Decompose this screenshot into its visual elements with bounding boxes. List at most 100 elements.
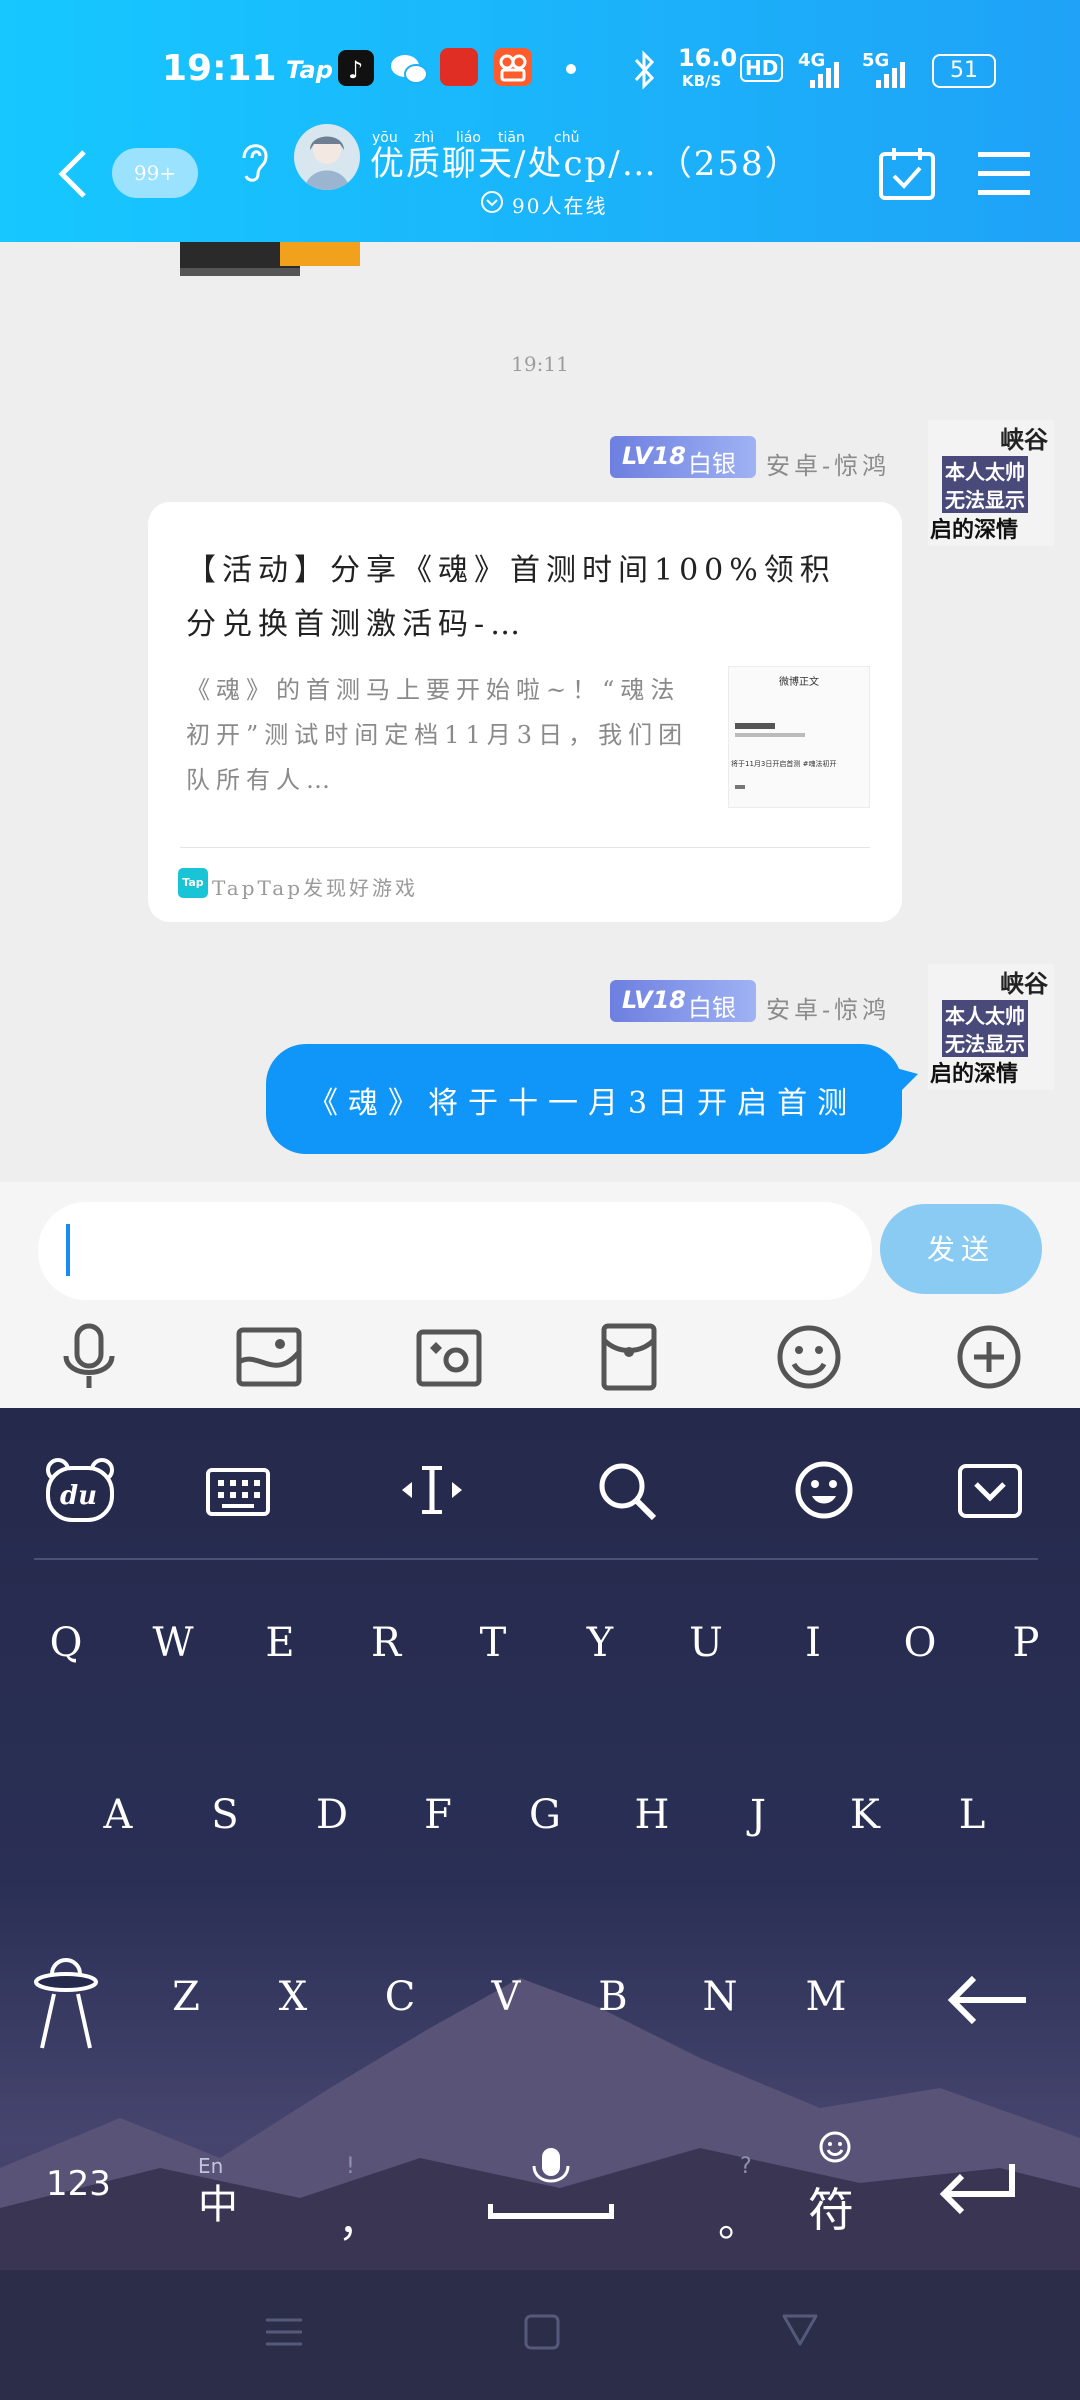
key-r[interactable]: R xyxy=(346,1620,426,1666)
keyboard: du Q W E R T Y U I O P A S D F G H J K L… xyxy=(0,1408,1080,2270)
key-u[interactable]: U xyxy=(666,1620,746,1666)
key-v[interactable]: V xyxy=(466,1974,546,2020)
du-logo-icon[interactable]: du xyxy=(40,1450,120,1530)
menu-icon[interactable] xyxy=(978,152,1030,200)
hd-badge: HD xyxy=(740,54,784,82)
tiktok-icon: ♪ xyxy=(338,50,374,86)
signal-4g-icon xyxy=(808,62,840,94)
previous-message-fragment xyxy=(180,242,380,278)
image-icon[interactable] xyxy=(234,1322,304,1392)
keyboard-divider xyxy=(34,1558,1038,1560)
lang-key-zh[interactable]: 中 xyxy=(198,2172,238,2230)
tap-app-icon: Tap xyxy=(286,56,333,84)
emoji-icon[interactable] xyxy=(784,1450,864,1530)
card-title: 【活动】分享《魂》首测时间100%领积分兑换首测激活码-… xyxy=(186,553,836,642)
key-h[interactable]: H xyxy=(612,1792,692,1838)
key-n[interactable]: N xyxy=(680,1974,760,2020)
microphone-icon[interactable] xyxy=(54,1322,124,1392)
message-text: 《魂》将于十一月3日开启首测 xyxy=(308,1086,858,1121)
card-description: 《魂》的首测马上要开始啦~！“魂法初开”测试时间定档11月3日，我们团队所有人… xyxy=(186,676,689,794)
kuaishou-icon xyxy=(494,48,532,86)
home-icon[interactable] xyxy=(522,2312,562,2356)
numbers-key[interactable]: 123 xyxy=(46,2164,111,2204)
unread-count-badge[interactable]: 99+ xyxy=(112,148,198,198)
plus-icon[interactable] xyxy=(954,1322,1024,1392)
key-o[interactable]: O xyxy=(880,1620,960,1666)
back-icon[interactable] xyxy=(780,2310,820,2354)
period-alt: ? xyxy=(740,2154,752,2179)
key-m[interactable]: M xyxy=(786,1974,866,2020)
online-dropdown-icon[interactable] xyxy=(480,190,504,218)
emoji-icon[interactable] xyxy=(774,1322,844,1392)
key-i[interactable]: I xyxy=(773,1620,853,1666)
sender-avatar[interactable]: 峡谷 本人太帅 无法显示 启的深情 xyxy=(928,964,1054,1090)
level-badge: LV18 白银 xyxy=(610,980,756,1022)
period-key[interactable]: 。 xyxy=(718,2188,760,2249)
cursor-move-icon[interactable] xyxy=(392,1450,472,1530)
key-t[interactable]: T xyxy=(453,1620,533,1666)
shared-link-card[interactable]: 【活动】分享《魂》首测时间100%领积分兑换首测激活码-… 《魂》的首测马上要开… xyxy=(148,502,902,922)
key-y[interactable]: Y xyxy=(560,1620,640,1666)
key-l[interactable]: L xyxy=(932,1792,1012,1838)
space-bar[interactable] xyxy=(487,2144,615,2228)
send-button[interactable]: 发送 xyxy=(880,1204,1042,1294)
search-icon[interactable] xyxy=(588,1450,668,1530)
back-chevron-icon[interactable] xyxy=(56,148,88,204)
key-g[interactable]: G xyxy=(505,1792,585,1838)
ear-icon[interactable] xyxy=(236,136,272,188)
sender-avatar[interactable]: 峡谷 本人太帅 无法显示 启的深情 xyxy=(928,420,1054,546)
online-count[interactable]: 90人在线 xyxy=(512,190,607,219)
symbol-key[interactable]: 符 xyxy=(808,2174,854,2240)
key-e[interactable]: E xyxy=(240,1620,320,1666)
ufo-shift-icon[interactable] xyxy=(32,1948,102,2062)
recent-apps-icon[interactable] xyxy=(264,2312,304,2356)
notification-dot xyxy=(566,64,576,74)
message-bubble[interactable]: 《魂》将于十一月3日开启首测 xyxy=(266,1044,902,1154)
key-q[interactable]: Q xyxy=(26,1620,106,1666)
svg-text:♪: ♪ xyxy=(348,56,363,84)
red-packet-icon[interactable] xyxy=(594,1322,664,1392)
collapse-keyboard-icon[interactable] xyxy=(950,1450,1030,1530)
network-speed: 16.0 xyxy=(678,44,738,72)
key-c[interactable]: C xyxy=(360,1974,440,2020)
bubble-tail xyxy=(896,1068,920,1100)
text-caret xyxy=(66,1224,70,1276)
svg-text:du: du xyxy=(60,1481,97,1511)
key-d[interactable]: D xyxy=(292,1792,372,1838)
key-z[interactable]: Z xyxy=(146,1974,226,2020)
backspace-icon[interactable] xyxy=(944,1970,1030,2034)
group-avatar[interactable] xyxy=(294,124,360,190)
battery-indicator: 51 xyxy=(932,54,996,88)
comma-alt: ! xyxy=(346,2154,355,2179)
symbol-emoji-icon xyxy=(818,2130,852,2168)
key-j[interactable]: J xyxy=(718,1792,798,1838)
key-x[interactable]: X xyxy=(253,1974,333,2020)
pinduoduo-icon xyxy=(440,48,478,86)
key-a[interactable]: A xyxy=(78,1792,158,1838)
bluetooth-icon xyxy=(632,50,658,94)
enter-icon[interactable] xyxy=(934,2158,1020,2222)
level-badge: LV18 白银 xyxy=(610,436,756,478)
key-f[interactable]: F xyxy=(398,1792,478,1838)
key-b[interactable]: B xyxy=(573,1974,653,2020)
key-w[interactable]: W xyxy=(133,1620,213,1666)
message-input[interactable] xyxy=(38,1202,872,1300)
card-thumbnail: 微博正文 将于11月3日开启首测 #魂法初开 xyxy=(728,666,870,808)
system-nav-bar xyxy=(0,2270,1080,2400)
key-k[interactable]: K xyxy=(825,1792,905,1838)
sender-name[interactable]: 安卓-惊鸿 xyxy=(766,446,890,481)
comma-key[interactable]: ， xyxy=(338,2188,380,2249)
sender-name[interactable]: 安卓-惊鸿 xyxy=(766,990,890,1025)
chat-timestamp: 19:11 xyxy=(511,352,569,376)
input-area: 发送 xyxy=(0,1182,1080,1408)
key-p[interactable]: P xyxy=(986,1620,1066,1666)
group-title[interactable]: 优质聊天/处cp/…（258） xyxy=(370,136,801,185)
network-unit: KB/S xyxy=(682,72,722,90)
taptap-logo-icon: Tap xyxy=(178,868,208,898)
key-s[interactable]: S xyxy=(185,1792,265,1838)
calendar-check-icon[interactable] xyxy=(878,146,936,206)
camera-icon[interactable] xyxy=(414,1322,484,1392)
keyboard-icon[interactable] xyxy=(198,1450,278,1530)
signal-5g-icon xyxy=(874,62,910,94)
status-time: 19:11 xyxy=(162,48,277,89)
